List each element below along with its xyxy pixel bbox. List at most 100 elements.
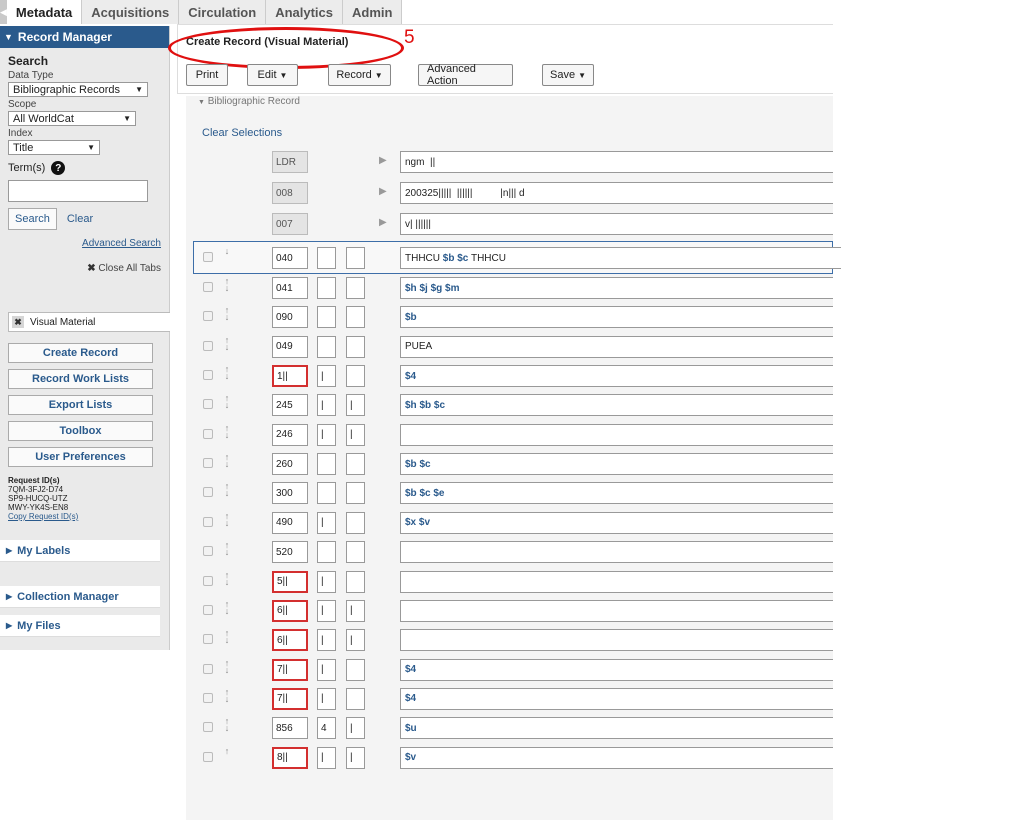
variable-field-row[interactable]: ↑ ↓ 7|| | $4 [186,687,833,710]
indicator-2[interactable] [346,306,365,329]
move-up-down-icon[interactable]: ↑ ↓ [222,365,232,381]
variable-field-row[interactable]: ↑ 8|| | | $v [186,746,833,769]
move-up-down-icon[interactable]: ↑ ↓ [222,482,232,498]
field-tag[interactable]: 520 [272,541,308,564]
field-content[interactable]: $h $j $g $m [400,277,833,299]
field-content[interactable]: THHCU $b $c THHCU [400,247,841,269]
user-preferences-button[interactable]: User Preferences [8,447,153,467]
move-up-down-icon[interactable]: ↑ ↓ [222,423,232,439]
row-checkbox[interactable] [203,575,213,586]
field-tag[interactable]: 8|| [272,746,308,769]
record-button[interactable]: Record ▼ [328,64,391,86]
close-tab-icon[interactable]: ✖ [12,316,24,328]
indicator-2[interactable] [346,541,365,564]
field-tag[interactable]: 040 [272,247,308,269]
row-checkbox[interactable] [203,311,213,322]
record-manager-header[interactable]: ▼ Record Manager [0,26,169,48]
field-content[interactable]: $x $v [400,511,833,534]
move-up-down-icon[interactable]: ↑ ↓ [222,629,232,645]
field-tag[interactable]: 5|| [272,570,308,593]
indicator-2[interactable]: | [346,423,365,446]
field-content[interactable]: $v [400,746,833,769]
indicator-1[interactable]: 4 [317,717,336,740]
collapse-sidebar-icon[interactable]: ◀ [0,0,7,24]
variable-field-row[interactable]: ↑ ↓ 260 $b $c [186,453,833,476]
row-checkbox[interactable] [203,282,213,292]
field-content[interactable]: $4 [400,365,833,388]
field-content[interactable]: PUEA [400,335,833,358]
open-tab-visual-material[interactable]: ✖ Visual Material [8,312,170,332]
field-content[interactable] [400,541,833,564]
field-tag[interactable]: 856 [272,717,308,740]
row-checkbox[interactable] [203,634,213,645]
indicator-1[interactable] [317,482,336,505]
indicator-2[interactable] [346,453,365,476]
field-tag[interactable]: 490 [272,511,308,534]
field-tag[interactable]: 1|| [272,365,308,388]
row-checkbox[interactable] [203,399,213,410]
indicator-2[interactable] [346,482,365,505]
move-up-down-icon[interactable]: ↑ ↓ [222,511,232,527]
move-up-down-icon[interactable]: ↑ ↓ [222,658,232,674]
advanced-action-button[interactable]: Advanced Action [418,63,513,87]
tab-acquisitions[interactable]: Acquisitions [82,0,180,24]
variable-field-row[interactable]: ↑ ↓ 856 4 | $u [186,717,833,740]
field-content[interactable] [400,423,833,446]
indicator-1[interactable]: | [317,746,336,769]
variable-field-row[interactable]: ↑ ↓ 5|| | [186,570,833,593]
variable-field-row[interactable]: ↑ ↓ 041 $h $j $g $m [186,277,833,299]
indicator-2[interactable] [346,335,365,358]
row-checkbox[interactable] [203,252,213,262]
save-button[interactable]: Save ▼ [542,64,594,86]
field-content[interactable]: $b $c $e [400,482,833,505]
indicator-1[interactable]: | [317,629,336,652]
help-icon[interactable]: ? [51,161,66,175]
toolbox-button[interactable]: Toolbox [8,421,153,441]
row-checkbox[interactable] [203,340,213,351]
move-up-down-icon[interactable]: ↑ ↓ [222,599,232,615]
field-content[interactable]: $u [400,717,833,740]
data-type-select[interactable]: Bibliographic Records ▼ [8,82,148,97]
row-checkbox[interactable] [203,428,213,439]
variable-field-row[interactable]: ↓ 040 THHCU $b $c THHCU [193,241,841,274]
indicator-1[interactable]: | [317,394,336,417]
indicator-1[interactable] [317,277,336,299]
indicator-1[interactable]: | [317,658,336,681]
indicator-2[interactable]: | [346,717,365,740]
terms-input[interactable] [8,180,148,202]
move-up-down-icon[interactable]: ↑ [222,746,232,755]
indicator-1[interactable]: | [317,365,336,388]
variable-field-row[interactable]: ↑ ↓ 245 | | $h $b $c [186,394,833,417]
indicator-1[interactable] [317,541,336,564]
export-lists-button[interactable]: Export Lists [8,395,153,415]
field-content[interactable] [400,599,833,622]
variable-field-row[interactable]: ↑ ↓ 520 [186,541,833,564]
scope-select[interactable]: All WorldCat ▼ [8,111,136,126]
move-up-down-icon[interactable]: ↑ ↓ [222,335,232,351]
print-button[interactable]: Print [186,64,228,86]
copy-request-ids-link[interactable]: Copy Request ID(s) [8,512,78,521]
edit-button[interactable]: Edit ▼ [247,64,298,86]
field-content[interactable] [400,570,833,593]
field-content[interactable] [400,629,833,652]
field-tag[interactable]: 090 [272,306,308,329]
tab-circulation[interactable]: Circulation [179,0,267,24]
variable-field-row[interactable]: ↑ ↓ 246 | | [186,423,833,446]
close-all-tabs[interactable]: ✖ Close All Tabs [8,263,161,274]
variable-field-row[interactable]: ↑ ↓ 1|| | $4 [186,365,833,388]
collection-manager-panel[interactable]: ▶ Collection Manager [0,586,160,608]
my-files-panel[interactable]: ▶ My Files [0,615,160,637]
index-select[interactable]: Title ▼ [8,140,100,155]
row-checkbox[interactable] [203,663,213,674]
move-up-down-icon[interactable]: ↑ ↓ [222,306,232,322]
row-checkbox[interactable] [203,487,213,498]
row-checkbox[interactable] [203,516,213,527]
field-tag[interactable]: 041 [272,277,308,299]
indicator-2[interactable] [346,247,365,269]
indicator-2[interactable]: | [346,394,365,417]
field-content[interactable]: $4 [400,658,833,681]
field-tag[interactable]: 260 [272,453,308,476]
indicator-2[interactable] [346,365,365,388]
advanced-search-link[interactable]: Advanced Search [8,238,161,249]
clear-selections-link[interactable]: Clear Selections [202,127,282,139]
